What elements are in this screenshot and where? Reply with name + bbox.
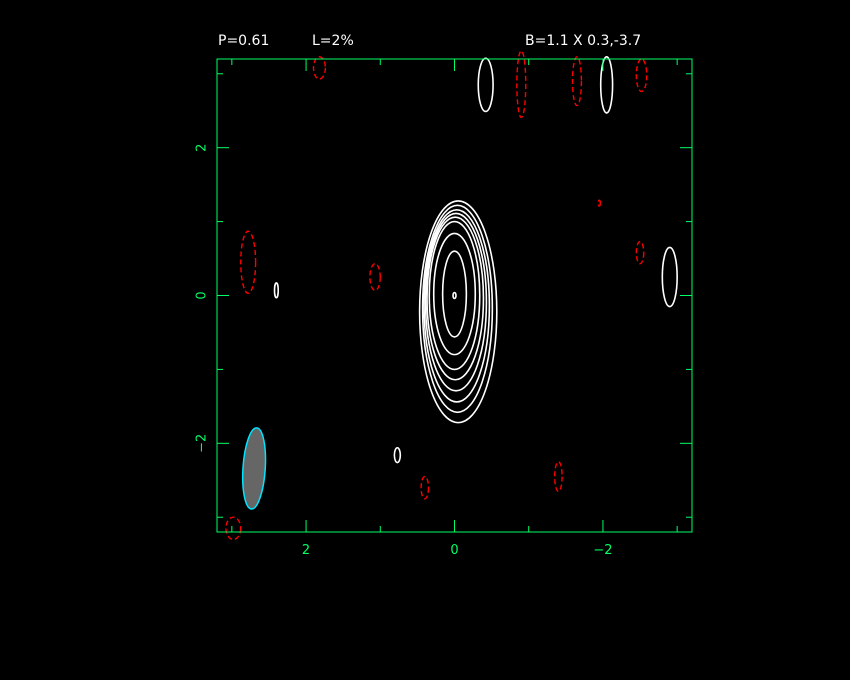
y-tick-label: −2 xyxy=(195,434,210,453)
beam-label: B=1.1 X 0.3,-3.7 xyxy=(525,33,642,49)
level-label: L=2% xyxy=(312,33,354,49)
contour-plot: 2 0 −2 2 0 −2 xyxy=(0,0,850,680)
x-tick-label: −2 xyxy=(593,543,612,558)
y-tick-label: 0 xyxy=(195,291,210,299)
x-tick-label: 0 xyxy=(450,543,458,558)
plot-background xyxy=(0,0,850,680)
peak-label: P=0.61 xyxy=(218,33,270,49)
x-tick-label: 2 xyxy=(302,543,310,558)
y-tick-label: 2 xyxy=(195,144,210,152)
